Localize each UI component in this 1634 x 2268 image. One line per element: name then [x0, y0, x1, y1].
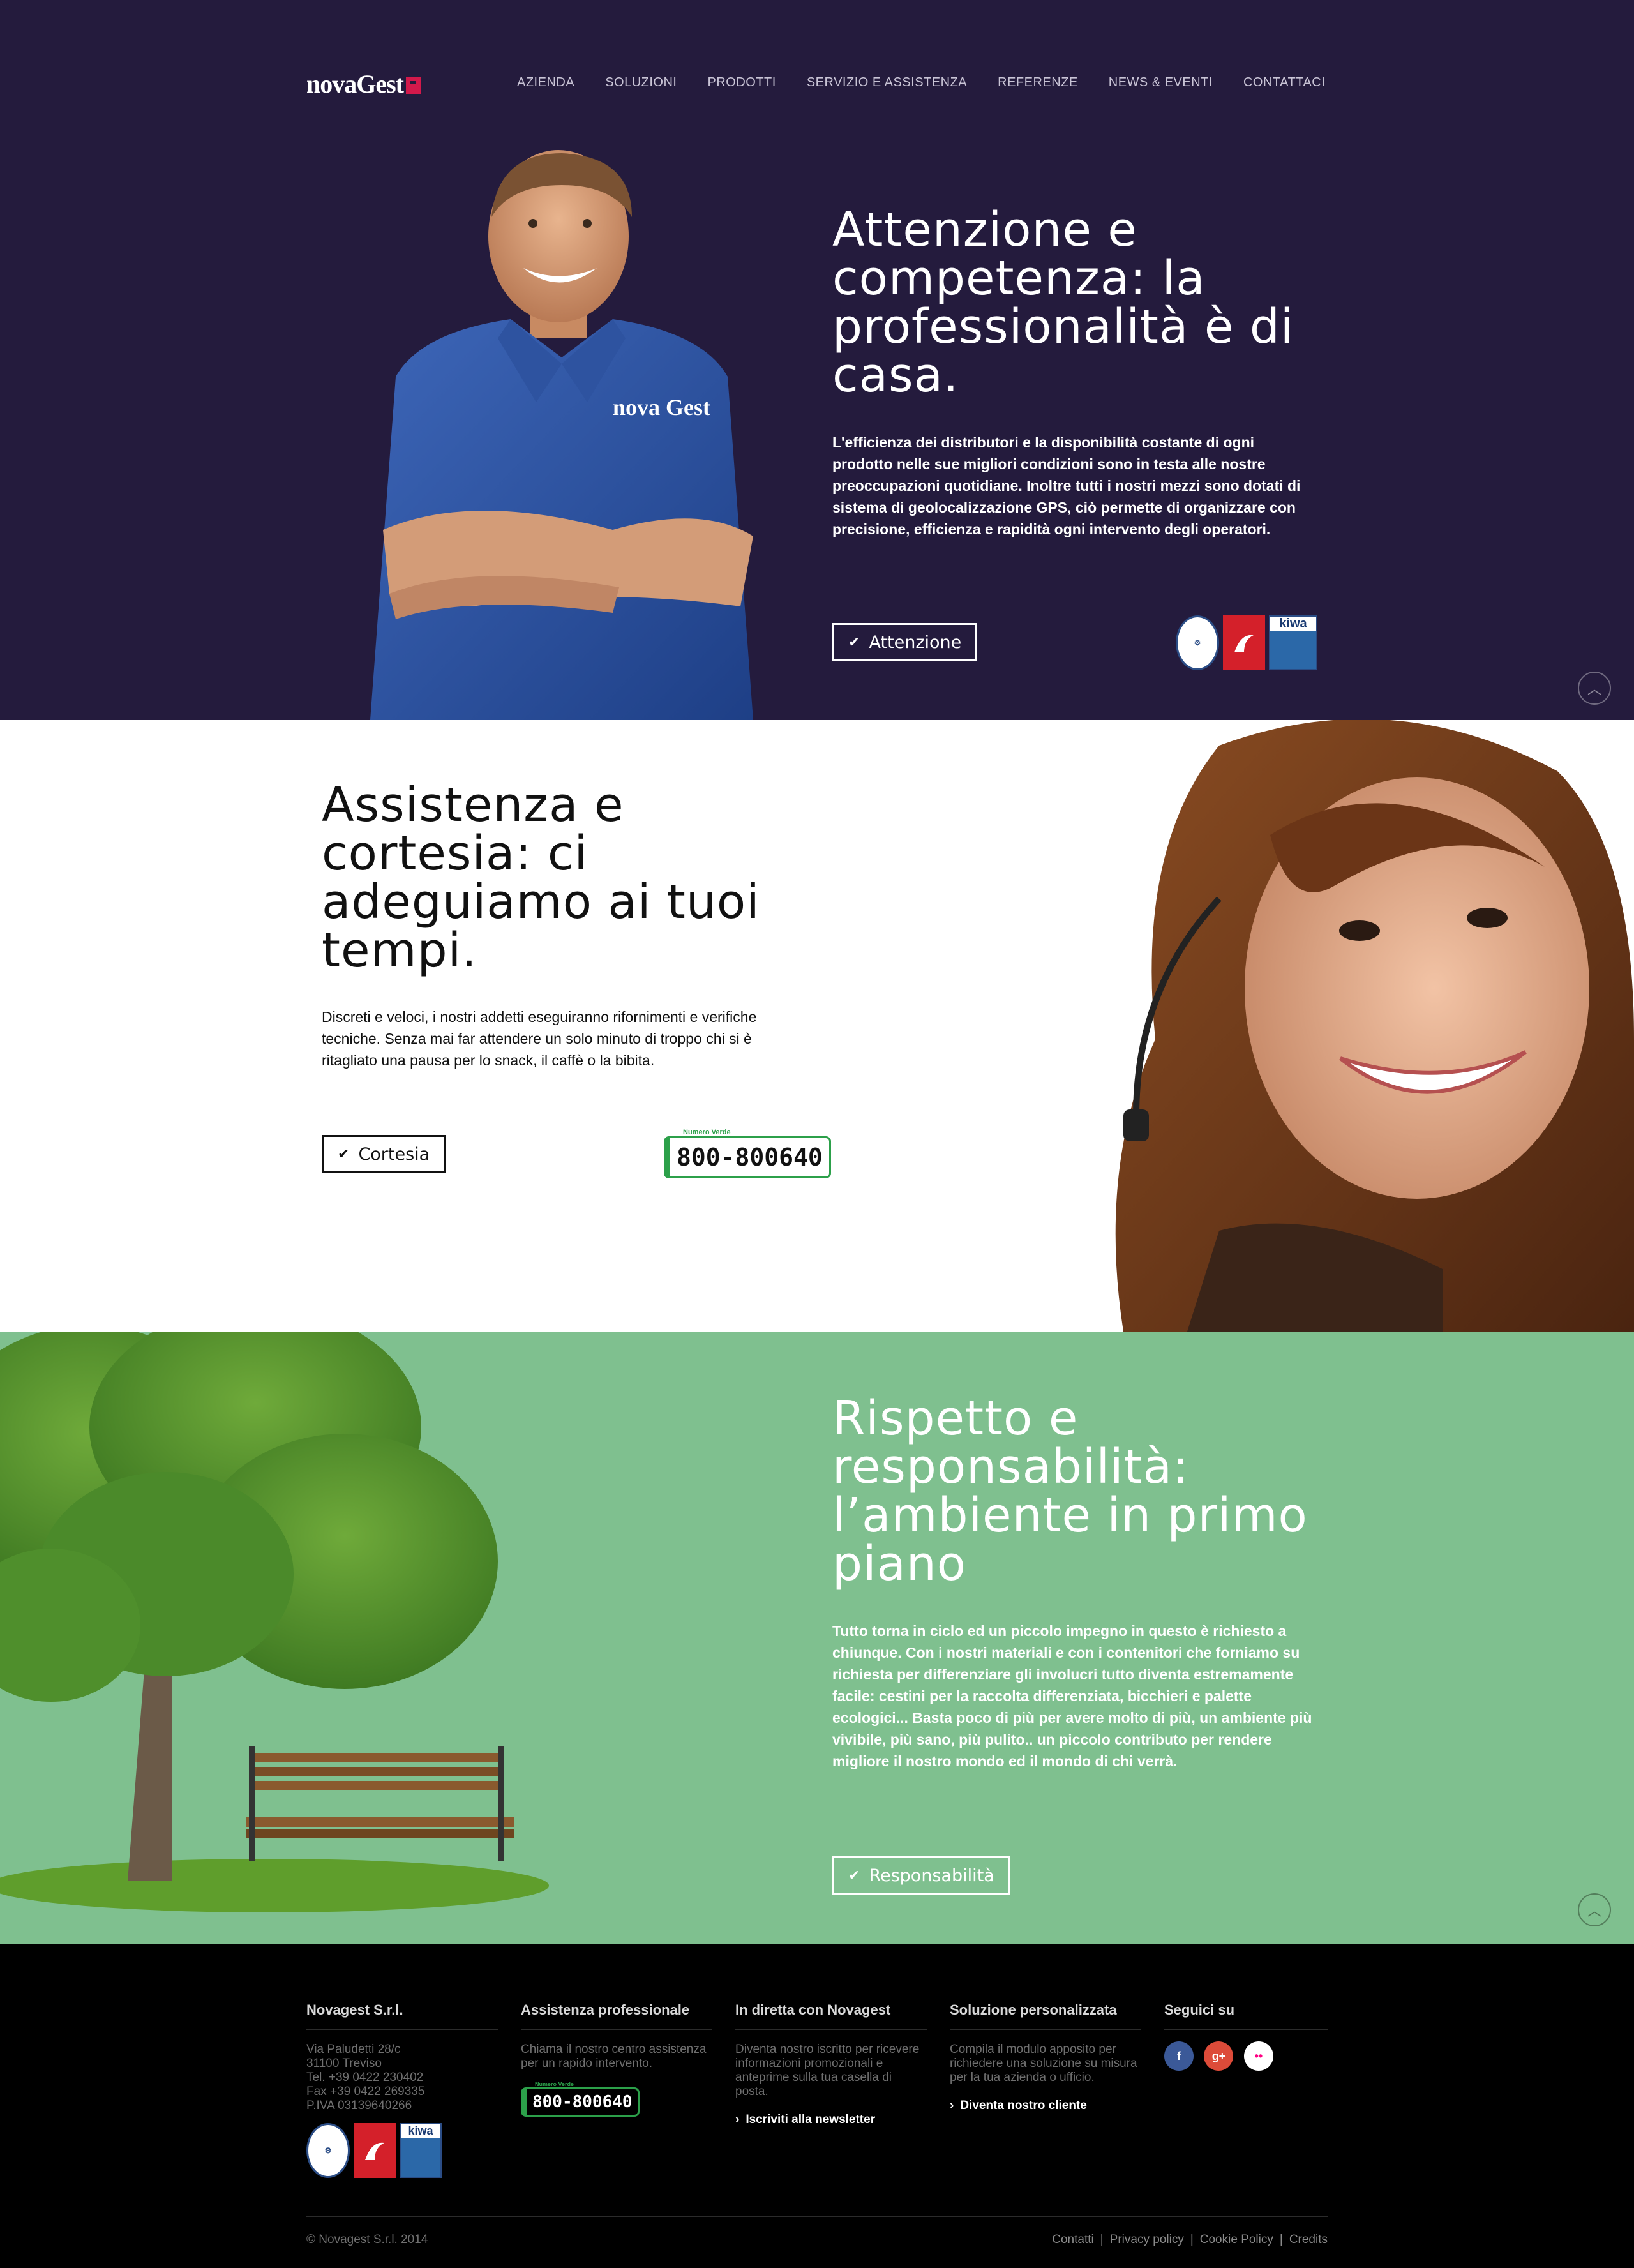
footer-col-text: Diventa nostro iscritto per ricevere inf…	[735, 2043, 920, 2098]
section-text: Discreti e veloci, i nostri addetti eseg…	[322, 1009, 757, 1069]
hero-attenzione-section: novaGest AZIENDA SOLUZIONI PRODOTTI SERV…	[0, 0, 1634, 720]
footer-col-title: Soluzione personalizzata	[950, 2002, 1141, 2030]
nav-item-prodotti[interactable]: PRODOTTI	[707, 75, 776, 90]
footer-col-soluzione: Soluzione personalizzata Compila il modu…	[950, 2002, 1141, 2113]
diventa-cliente-link[interactable]: › Diventa nostro cliente	[950, 2099, 1141, 2113]
section-text: Tutto torna in ciclo ed un piccolo impeg…	[832, 1623, 1312, 1769]
check-icon: ✔	[848, 1867, 860, 1884]
nav-item-news[interactable]: NEWS & EVENTI	[1109, 75, 1213, 90]
footer-certification-badges: ⚙ kiwa	[306, 2123, 498, 2178]
numero-verde-label: Numero Verde	[535, 2081, 574, 2087]
cookie-policy-link[interactable]: Cookie Policy	[1200, 2233, 1273, 2247]
check-icon: ✔	[338, 1146, 350, 1162]
footer-address: Via Paludetti 28/c 31100 Treviso Tel. +3…	[306, 2043, 425, 2112]
scroll-up-icon[interactable]: ︿	[1578, 672, 1611, 705]
novagest-logo[interactable]: novaGest	[306, 69, 421, 99]
footer: Novagest S.r.l. Via Paludetti 28/c 31100…	[0, 1944, 1634, 2268]
kiwa-badge-icon: kiwa	[1269, 615, 1317, 670]
nav-item-servizio[interactable]: SERVIZIO E ASSISTENZA	[807, 75, 967, 90]
scroll-up-icon[interactable]: ︿	[1578, 1893, 1611, 1926]
newsletter-link[interactable]: › Iscriviti alla newsletter	[735, 2113, 927, 2127]
technician-photo: nova Gest	[370, 150, 753, 720]
credits-link[interactable]: Credits	[1289, 2233, 1328, 2247]
footer-col-newsletter: In diretta con Novagest Diventa nostro i…	[735, 2002, 927, 2127]
shirt-logo: nova Gest	[613, 394, 710, 420]
nav-item-soluzioni[interactable]: SOLUZIONI	[605, 75, 677, 90]
flickr-icon[interactable]: ••	[1243, 2041, 1273, 2071]
rispetto-responsabilita-section: Rispetto e responsabilità: l’ambiente in…	[0, 1332, 1634, 1944]
google-plus-icon[interactable]: g+	[1204, 2041, 1234, 2071]
social-links: f g+ ••	[1164, 2041, 1328, 2071]
bench-icon	[246, 1746, 514, 1861]
numero-verde-label: Numero Verde	[683, 1129, 731, 1136]
section-text: L'efficienza dei distributori e la dispo…	[832, 434, 1301, 537]
certification-red-badge-icon	[1223, 615, 1265, 670]
certification-badges: ⚙ kiwa	[1176, 615, 1317, 670]
cortesia-button[interactable]: ✔ Cortesia	[322, 1135, 446, 1173]
nav-item-azienda[interactable]: AZIENDA	[517, 75, 574, 90]
footer-numero-verde[interactable]: Numero Verde 800-800640	[521, 2081, 712, 2117]
footer-col-company: Novagest S.r.l. Via Paludetti 28/c 31100…	[306, 2002, 498, 2178]
footer-col-social: Seguici su f g+ ••	[1164, 2002, 1328, 2071]
check-icon: ✔	[848, 634, 860, 650]
responsabilita-button[interactable]: ✔ Responsabilità	[832, 1856, 1010, 1895]
section-title: Assistenza e cortesia: ci adeguiamo ai t…	[322, 777, 760, 978]
nav-item-referenze[interactable]: REFERENZE	[998, 75, 1078, 90]
footer-col-title: In diretta con Novagest	[735, 2002, 927, 2030]
certification-red-badge-icon	[354, 2123, 396, 2178]
footer-divider	[306, 2216, 1328, 2217]
footer-col-title: Assistenza professionale	[521, 2002, 712, 2030]
footer-col-title: Novagest S.r.l.	[306, 2002, 498, 2030]
tree-and-bench-illustration	[0, 1332, 549, 1912]
footer-col-text: Chiama il nostro centro assistenza per u…	[521, 2043, 707, 2070]
facebook-icon[interactable]: f	[1164, 2041, 1194, 2071]
privacy-policy-link[interactable]: Privacy policy	[1110, 2233, 1184, 2247]
footer-col-text: Compila il modulo apposito per richieder…	[950, 2043, 1137, 2084]
operator-photo	[1115, 720, 1634, 1332]
contatti-link[interactable]: Contatti	[1052, 2233, 1093, 2247]
accredia-badge-icon: ⚙	[306, 2123, 350, 2178]
section-title: Attenzione e competenza: la professional…	[832, 202, 1294, 403]
copyright: © Novagest S.r.l. 2014	[306, 2233, 428, 2246]
chevron-right-icon: ›	[735, 2113, 740, 2126]
numero-verde-number: 800-800640	[664, 1136, 831, 1178]
accredia-badge-icon: ⚙	[1176, 615, 1219, 670]
kiwa-badge-icon: kiwa	[400, 2123, 442, 2178]
attenzione-button[interactable]: ✔ Attenzione	[832, 623, 978, 661]
numero-verde-number: 800-800640	[521, 2087, 640, 2117]
legal-links: Contatti | Privacy policy | Cookie Policy |…	[1052, 2233, 1328, 2247]
assistenza-cortesia-section: Assistenza e cortesia: ci adeguiamo ai t…	[0, 720, 1634, 1332]
section-title: Rispetto e responsabilità: l’ambiente in…	[832, 1391, 1308, 1591]
footer-col-assistenza: Assistenza professionale Chiama il nostr…	[521, 2002, 712, 2117]
numero-verde-badge[interactable]: Numero Verde 800-800640	[664, 1129, 831, 1178]
main-nav: AZIENDA SOLUZIONI PRODOTTI SERVIZIO E AS…	[517, 75, 1325, 90]
footer-col-title: Seguici su	[1164, 2002, 1328, 2030]
logo-mark-icon	[406, 77, 421, 94]
nav-item-contattaci[interactable]: CONTATTACI	[1243, 75, 1325, 90]
chevron-right-icon: ›	[950, 2099, 954, 2112]
